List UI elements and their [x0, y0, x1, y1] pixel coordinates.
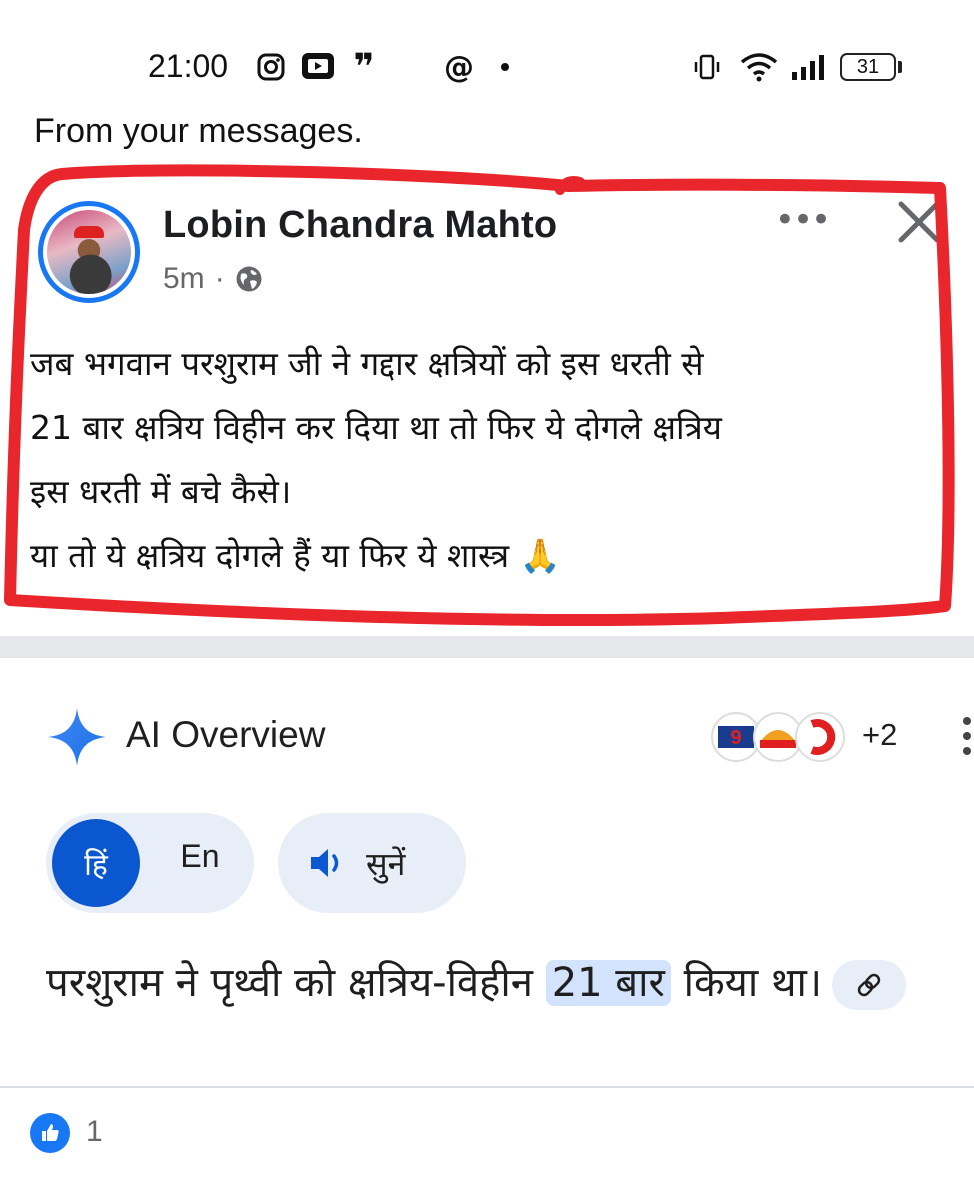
context-label: From your messages. — [34, 112, 363, 150]
section-divider — [0, 636, 974, 658]
quote-icon: ❞ — [353, 46, 375, 88]
post-meta: 5m · — [163, 262, 263, 296]
listen-button[interactable]: सुनें — [278, 813, 466, 913]
answer-text-start: परशुराम ने पृथ्वी को क्षत्रिय-विहीन — [46, 960, 546, 1006]
youtube-icon — [300, 50, 336, 84]
thumbs-up-icon — [42, 1124, 59, 1141]
battery-indicator: 31 — [840, 53, 896, 81]
footer-divider — [0, 1086, 974, 1088]
kebab-menu-icon[interactable] — [960, 714, 974, 758]
lang-hindi-button[interactable]: हिं — [52, 819, 140, 907]
link-icon — [857, 973, 881, 997]
sparkle-icon — [48, 708, 106, 766]
close-icon[interactable] — [893, 196, 945, 248]
battery-tip — [898, 61, 902, 73]
source-count[interactable]: +2 — [862, 717, 897, 753]
answer-highlight: 21 बार — [545, 960, 671, 1006]
more-options-button[interactable]: ••• — [774, 200, 831, 240]
threads-icon: @ — [444, 49, 474, 85]
speaker-icon — [311, 849, 339, 877]
like-count[interactable]: 1 — [86, 1115, 103, 1149]
svg-text:9: 9 — [730, 727, 741, 749]
meta-separator: · — [214, 262, 225, 295]
citation-link-button[interactable] — [832, 960, 907, 1010]
answer-text-end: किया था। — [670, 960, 823, 1006]
dot-icon — [498, 50, 512, 84]
post-text: जब भगवान परशुराम जी ने गद्दार क्षत्रियों… — [30, 344, 722, 575]
globe-icon — [236, 266, 262, 292]
status-time: 21:00 — [148, 48, 229, 84]
instagram-icon — [256, 50, 286, 84]
author-name[interactable]: Lobin Chandra Mahto — [163, 204, 557, 247]
wifi-icon — [738, 50, 780, 84]
avatar[interactable] — [47, 210, 131, 294]
post-time[interactable]: 5m — [163, 262, 205, 296]
ai-answer-text: परशुराम ने पृथ्वी को क्षत्रिय-विहीन 21 ब… — [46, 950, 946, 1016]
source-favicons[interactable]: 9 — [708, 710, 848, 764]
avatar-cap — [74, 226, 104, 238]
like-reaction-icon[interactable] — [30, 1113, 70, 1153]
ai-overview-title: AI Overview — [126, 714, 326, 755]
listen-label: सुनें — [366, 844, 406, 883]
vibrate-icon — [692, 50, 722, 84]
signal-icon — [790, 50, 830, 84]
lang-english-button[interactable]: En — [160, 838, 240, 875]
